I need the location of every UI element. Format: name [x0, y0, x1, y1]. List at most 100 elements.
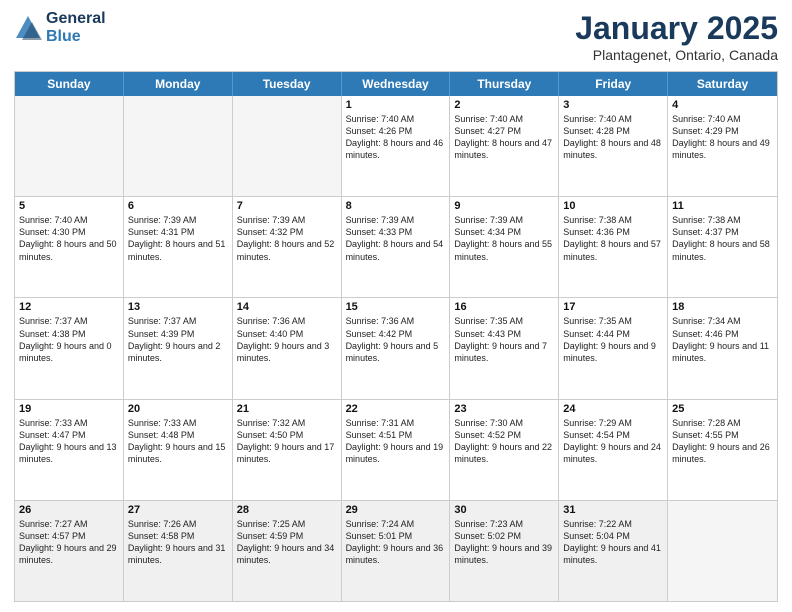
cal-cell: 10 Sunrise: 7:38 AM Sunset: 4:36 PM Dayli… [559, 197, 668, 297]
day-info: Sunrise: 7:38 AM Sunset: 4:37 PM Dayligh… [672, 214, 773, 263]
day-number: 14 [237, 301, 337, 313]
day-number: 29 [346, 504, 446, 516]
day-info: Sunrise: 7:39 AM Sunset: 4:31 PM Dayligh… [128, 214, 228, 263]
day-number: 19 [19, 403, 119, 415]
cal-cell: 14 Sunrise: 7:36 AM Sunset: 4:40 PM Dayli… [233, 298, 342, 398]
cal-cell: 9 Sunrise: 7:39 AM Sunset: 4:34 PM Daylig… [450, 197, 559, 297]
day-info: Sunrise: 7:27 AM Sunset: 4:57 PM Dayligh… [19, 518, 119, 567]
day-info: Sunrise: 7:23 AM Sunset: 5:02 PM Dayligh… [454, 518, 554, 567]
cal-cell: 27Sunrise: 7:26 AM Sunset: 4:58 PM Dayli… [124, 501, 233, 601]
title-area: January 2025 Plantagenet, Ontario, Canad… [575, 10, 778, 63]
header-day-saturday: Saturday [668, 72, 777, 96]
day-number: 25 [672, 403, 773, 415]
cal-cell: 30 Sunrise: 7:23 AM Sunset: 5:02 PM Dayli… [450, 501, 559, 601]
day-info: Sunrise: 7:33 AM Sunset: 4:47 PM Dayligh… [19, 417, 119, 466]
week-row-3: 12Sunrise: 7:37 AM Sunset: 4:38 PM Dayli… [15, 297, 777, 398]
day-number: 2 [454, 99, 554, 111]
day-number: 6 [128, 200, 228, 212]
cal-cell: 6 Sunrise: 7:39 AM Sunset: 4:31 PM Daylig… [124, 197, 233, 297]
day-number: 11 [672, 200, 773, 212]
calendar-header: SundayMondayTuesdayWednesdayThursdayFrid… [15, 72, 777, 96]
day-number: 5 [19, 200, 119, 212]
day-info: Sunrise: 7:36 AM Sunset: 4:40 PM Dayligh… [237, 315, 337, 364]
day-number: 31 [563, 504, 663, 516]
day-number: 23 [454, 403, 554, 415]
day-info: Sunrise: 7:28 AM Sunset: 4:55 PM Dayligh… [672, 417, 773, 466]
cal-cell: 12Sunrise: 7:37 AM Sunset: 4:38 PM Dayli… [15, 298, 124, 398]
cal-cell [15, 96, 124, 196]
cal-cell: 16Sunrise: 7:35 AM Sunset: 4:43 PM Dayli… [450, 298, 559, 398]
day-info: Sunrise: 7:34 AM Sunset: 4:46 PM Dayligh… [672, 315, 773, 364]
cal-cell: 19 Sunrise: 7:33 AM Sunset: 4:47 PM Dayli… [15, 400, 124, 500]
day-info: Sunrise: 7:29 AM Sunset: 4:54 PM Dayligh… [563, 417, 663, 466]
day-number: 4 [672, 99, 773, 111]
day-info: Sunrise: 7:25 AM Sunset: 4:59 PM Dayligh… [237, 518, 337, 567]
header-day-sunday: Sunday [15, 72, 124, 96]
day-info: Sunrise: 7:39 AM Sunset: 4:33 PM Dayligh… [346, 214, 446, 263]
calendar: SundayMondayTuesdayWednesdayThursdayFrid… [14, 71, 778, 602]
cal-cell [124, 96, 233, 196]
cal-cell: 15 Sunrise: 7:36 AM Sunset: 4:42 PM Dayli… [342, 298, 451, 398]
day-info: Sunrise: 7:26 AM Sunset: 4:58 PM Dayligh… [128, 518, 228, 567]
cal-cell: 17Sunrise: 7:35 AM Sunset: 4:44 PM Dayli… [559, 298, 668, 398]
week-row-2: 5 Sunrise: 7:40 AM Sunset: 4:30 PM Daylig… [15, 196, 777, 297]
cal-cell: 11 Sunrise: 7:38 AM Sunset: 4:37 PM Dayli… [668, 197, 777, 297]
month-title: January 2025 [575, 10, 778, 47]
cal-cell: 31 Sunrise: 7:22 AM Sunset: 5:04 PM Dayli… [559, 501, 668, 601]
day-info: Sunrise: 7:40 AM Sunset: 4:27 PM Dayligh… [454, 113, 554, 162]
cal-cell: 24Sunrise: 7:29 AM Sunset: 4:54 PM Dayli… [559, 400, 668, 500]
logo-icon [14, 14, 42, 42]
cal-cell [233, 96, 342, 196]
day-info: Sunrise: 7:37 AM Sunset: 4:39 PM Dayligh… [128, 315, 228, 364]
day-info: Sunrise: 7:40 AM Sunset: 4:26 PM Dayligh… [346, 113, 446, 162]
header-day-friday: Friday [559, 72, 668, 96]
day-info: Sunrise: 7:22 AM Sunset: 5:04 PM Dayligh… [563, 518, 663, 567]
day-number: 8 [346, 200, 446, 212]
week-row-4: 19 Sunrise: 7:33 AM Sunset: 4:47 PM Dayli… [15, 399, 777, 500]
day-info: Sunrise: 7:37 AM Sunset: 4:38 PM Dayligh… [19, 315, 119, 364]
cal-cell: 8 Sunrise: 7:39 AM Sunset: 4:33 PM Daylig… [342, 197, 451, 297]
day-number: 7 [237, 200, 337, 212]
day-info: Sunrise: 7:32 AM Sunset: 4:50 PM Dayligh… [237, 417, 337, 466]
logo: General Blue [14, 10, 106, 45]
cal-cell: 4 Sunrise: 7:40 AM Sunset: 4:29 PM Daylig… [668, 96, 777, 196]
cal-cell: 21 Sunrise: 7:32 AM Sunset: 4:50 PM Dayli… [233, 400, 342, 500]
week-row-5: 26Sunrise: 7:27 AM Sunset: 4:57 PM Dayli… [15, 500, 777, 601]
cal-cell: 13Sunrise: 7:37 AM Sunset: 4:39 PM Dayli… [124, 298, 233, 398]
day-number: 16 [454, 301, 554, 313]
day-info: Sunrise: 7:36 AM Sunset: 4:42 PM Dayligh… [346, 315, 446, 364]
day-number: 1 [346, 99, 446, 111]
day-number: 18 [672, 301, 773, 313]
cal-cell: 26Sunrise: 7:27 AM Sunset: 4:57 PM Dayli… [15, 501, 124, 601]
day-info: Sunrise: 7:33 AM Sunset: 4:48 PM Dayligh… [128, 417, 228, 466]
day-number: 30 [454, 504, 554, 516]
header: General Blue January 2025 Plantagenet, O… [14, 10, 778, 63]
day-number: 15 [346, 301, 446, 313]
logo-text-blue: Blue [46, 28, 106, 46]
day-info: Sunrise: 7:40 AM Sunset: 4:30 PM Dayligh… [19, 214, 119, 263]
cal-cell: 5 Sunrise: 7:40 AM Sunset: 4:30 PM Daylig… [15, 197, 124, 297]
cal-cell: 23 Sunrise: 7:30 AM Sunset: 4:52 PM Dayli… [450, 400, 559, 500]
cal-cell: 20Sunrise: 7:33 AM Sunset: 4:48 PM Dayli… [124, 400, 233, 500]
cal-cell: 3 Sunrise: 7:40 AM Sunset: 4:28 PM Daylig… [559, 96, 668, 196]
day-number: 9 [454, 200, 554, 212]
day-number: 21 [237, 403, 337, 415]
location: Plantagenet, Ontario, Canada [575, 47, 778, 63]
day-info: Sunrise: 7:40 AM Sunset: 4:28 PM Dayligh… [563, 113, 663, 162]
day-info: Sunrise: 7:40 AM Sunset: 4:29 PM Dayligh… [672, 113, 773, 162]
logo-text-general: General [46, 10, 106, 28]
calendar-body: 1 Sunrise: 7:40 AM Sunset: 4:26 PM Daylig… [15, 96, 777, 601]
cal-cell: 1 Sunrise: 7:40 AM Sunset: 4:26 PM Daylig… [342, 96, 451, 196]
day-info: Sunrise: 7:38 AM Sunset: 4:36 PM Dayligh… [563, 214, 663, 263]
cal-cell: 22Sunrise: 7:31 AM Sunset: 4:51 PM Dayli… [342, 400, 451, 500]
day-number: 3 [563, 99, 663, 111]
cal-cell [668, 501, 777, 601]
day-number: 10 [563, 200, 663, 212]
day-info: Sunrise: 7:39 AM Sunset: 4:32 PM Dayligh… [237, 214, 337, 263]
day-number: 22 [346, 403, 446, 415]
day-number: 28 [237, 504, 337, 516]
day-info: Sunrise: 7:39 AM Sunset: 4:34 PM Dayligh… [454, 214, 554, 263]
day-info: Sunrise: 7:30 AM Sunset: 4:52 PM Dayligh… [454, 417, 554, 466]
day-number: 17 [563, 301, 663, 313]
cal-cell: 29Sunrise: 7:24 AM Sunset: 5:01 PM Dayli… [342, 501, 451, 601]
